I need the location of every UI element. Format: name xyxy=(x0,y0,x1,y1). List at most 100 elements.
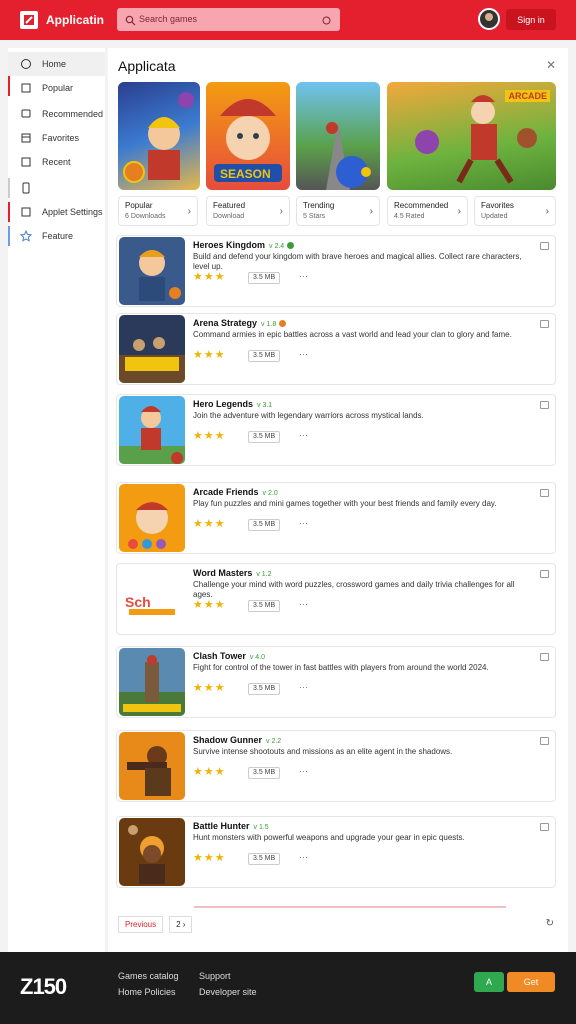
app-name[interactable]: Word Masters v 1.2 xyxy=(193,568,272,578)
sidebar-item-device[interactable] xyxy=(8,176,105,200)
app-name[interactable]: Battle Hunter v 1.5 xyxy=(193,821,269,831)
card-menu-icon[interactable] xyxy=(540,737,549,745)
app-name[interactable]: Shadow Gunner v 2.2 xyxy=(193,735,281,745)
app-icon[interactable] xyxy=(119,484,185,552)
app-icon[interactable] xyxy=(119,396,185,464)
footer-link[interactable]: Developer site xyxy=(199,987,257,997)
download-size[interactable]: 3.5 MB xyxy=(248,853,281,865)
app-icon[interactable]: Sch xyxy=(119,565,185,633)
app-icon[interactable] xyxy=(119,237,185,305)
sidebar-item-recent[interactable]: Recent xyxy=(8,150,105,174)
app-name[interactable]: Arcade Friends v 2.0 xyxy=(193,487,278,497)
download-size[interactable]: 3.5 MB xyxy=(248,600,281,612)
app-card[interactable]: Arena Strategy v 1.8 Command armies in epi… xyxy=(116,313,556,385)
voice-search-icon[interactable] xyxy=(321,13,332,31)
sidebar-item-popular[interactable]: Popular xyxy=(8,76,105,100)
banner-season[interactable]: SEASON xyxy=(206,82,290,190)
more-icon[interactable]: ··· xyxy=(299,599,308,609)
more-icon[interactable]: ··· xyxy=(299,349,308,359)
card-menu-icon[interactable] xyxy=(540,653,549,661)
footer-link[interactable]: Support xyxy=(199,971,231,981)
user-avatar[interactable] xyxy=(478,8,500,30)
app-description: Build and defend your kingdom with brave… xyxy=(193,252,522,271)
rating-stars: ★★★ xyxy=(193,852,226,864)
app-name[interactable]: Hero Legends v 3.1 xyxy=(193,399,272,409)
app-icon[interactable] xyxy=(119,648,185,716)
banner-tag: SEASON xyxy=(220,167,271,181)
more-icon[interactable]: ··· xyxy=(299,271,308,281)
close-icon[interactable]: ✕ xyxy=(546,58,556,72)
banner-caption[interactable]: Featured Download › xyxy=(206,196,290,226)
banner-caption[interactable]: Trending 5 Stars › xyxy=(296,196,380,226)
card-menu-icon[interactable] xyxy=(540,401,549,409)
app-logo-icon[interactable] xyxy=(20,11,38,29)
app-icon[interactable] xyxy=(119,732,185,800)
sidebar-item-label: Applet Settings xyxy=(42,207,103,217)
more-icon[interactable]: ··· xyxy=(299,430,308,440)
app-card[interactable]: Clash Tower v 4.0 Fight for control of the… xyxy=(116,646,556,718)
footer-green-button[interactable]: A xyxy=(474,972,504,992)
rating-stars: ★★★ xyxy=(193,518,226,530)
box-icon xyxy=(20,156,32,168)
app-title: Shadow Gunner xyxy=(193,735,263,745)
app-card[interactable]: Shadow Gunner v 2.2 Survive intense shooto… xyxy=(116,730,556,802)
signin-button[interactable]: Sign in xyxy=(506,9,556,30)
more-icon[interactable]: ··· xyxy=(299,682,308,692)
divider xyxy=(194,906,506,908)
settings-icon xyxy=(20,206,32,218)
banner-caption[interactable]: Popular 6 Downloads › xyxy=(118,196,198,226)
chevron-right-icon: › xyxy=(369,206,373,217)
card-menu-icon[interactable] xyxy=(540,320,549,328)
search-bar[interactable]: Search games xyxy=(117,8,340,31)
banner-caption[interactable]: Recommended 4.5 Rated › xyxy=(387,196,468,226)
sidebar-item-applet-settings[interactable]: Applet Settings xyxy=(8,200,105,224)
app-card[interactable]: Sch Word Masters v 1.2 Challenge your mind … xyxy=(116,563,556,635)
refresh-icon[interactable]: ↻ xyxy=(546,918,554,929)
sidebar-item-favorites[interactable]: Favorites xyxy=(8,126,105,150)
download-size[interactable]: 3.5 MB xyxy=(248,683,281,695)
card-menu-icon[interactable] xyxy=(540,489,549,497)
app-description: Survive intense shootouts and missions a… xyxy=(193,747,453,756)
download-size[interactable]: 3.5 MB xyxy=(248,431,281,443)
sidebar-item-feature[interactable]: Feature xyxy=(8,224,105,248)
card-menu-icon[interactable] xyxy=(540,823,549,831)
footer-link[interactable]: Home Policies xyxy=(118,987,176,997)
app-icon[interactable] xyxy=(119,818,185,886)
chevron-right-icon: › xyxy=(187,206,191,217)
app-icon[interactable] xyxy=(119,315,185,383)
more-icon[interactable]: ··· xyxy=(299,766,308,776)
footer-link[interactable]: Games catalog xyxy=(118,971,179,981)
download-size[interactable]: 3.5 MB xyxy=(248,519,281,531)
sidebar-item-recommended[interactable]: Recommended xyxy=(8,102,105,126)
more-icon[interactable]: ··· xyxy=(299,852,308,862)
app-name: Applicatin xyxy=(46,13,105,27)
svg-text:Sch: Sch xyxy=(125,594,151,610)
card-menu-icon[interactable] xyxy=(540,570,549,578)
app-name[interactable]: Heroes Kingdom v 2.4 xyxy=(193,240,295,250)
app-name[interactable]: Clash Tower v 4.0 xyxy=(193,651,265,661)
app-card[interactable]: Hero Legends v 3.1 Join the adventure with… xyxy=(116,394,556,466)
caption-sub: Download xyxy=(213,213,245,220)
caption-title: Featured xyxy=(213,201,246,210)
card-menu-icon[interactable] xyxy=(540,242,549,250)
app-card[interactable]: Heroes Kingdom v 2.4 Build and defend your… xyxy=(116,235,556,307)
caption-title: Trending xyxy=(303,201,335,210)
download-size[interactable]: 3.5 MB xyxy=(248,350,281,362)
banner-arcade[interactable]: ARCADE xyxy=(387,82,556,190)
more-icon[interactable]: ··· xyxy=(299,518,308,528)
next-page-button[interactable]: 2 › xyxy=(169,916,193,933)
chevron-right-icon: › xyxy=(457,206,461,217)
app-name[interactable]: Arena Strategy v 1.8 xyxy=(193,318,287,328)
app-card[interactable]: Arcade Friends v 2.0 Play fun puzzles and … xyxy=(116,482,556,554)
app-card[interactable]: Battle Hunter v 1.5 Hunt monsters with pow… xyxy=(116,816,556,888)
download-size[interactable]: 3.5 MB xyxy=(248,767,281,779)
banner-racing[interactable] xyxy=(296,82,380,190)
prev-page-button[interactable]: Previous xyxy=(118,916,164,933)
search-input[interactable]: Search games xyxy=(139,14,197,24)
sidebar-item-home[interactable]: Home xyxy=(8,52,105,76)
banner-caption[interactable]: Favorites Updated › xyxy=(474,196,556,226)
download-size[interactable]: 3.5 MB xyxy=(248,272,281,284)
rating-stars: ★★★ xyxy=(193,349,226,361)
footer-get-button[interactable]: Get xyxy=(507,972,555,992)
banner-heroes[interactable] xyxy=(118,82,200,190)
